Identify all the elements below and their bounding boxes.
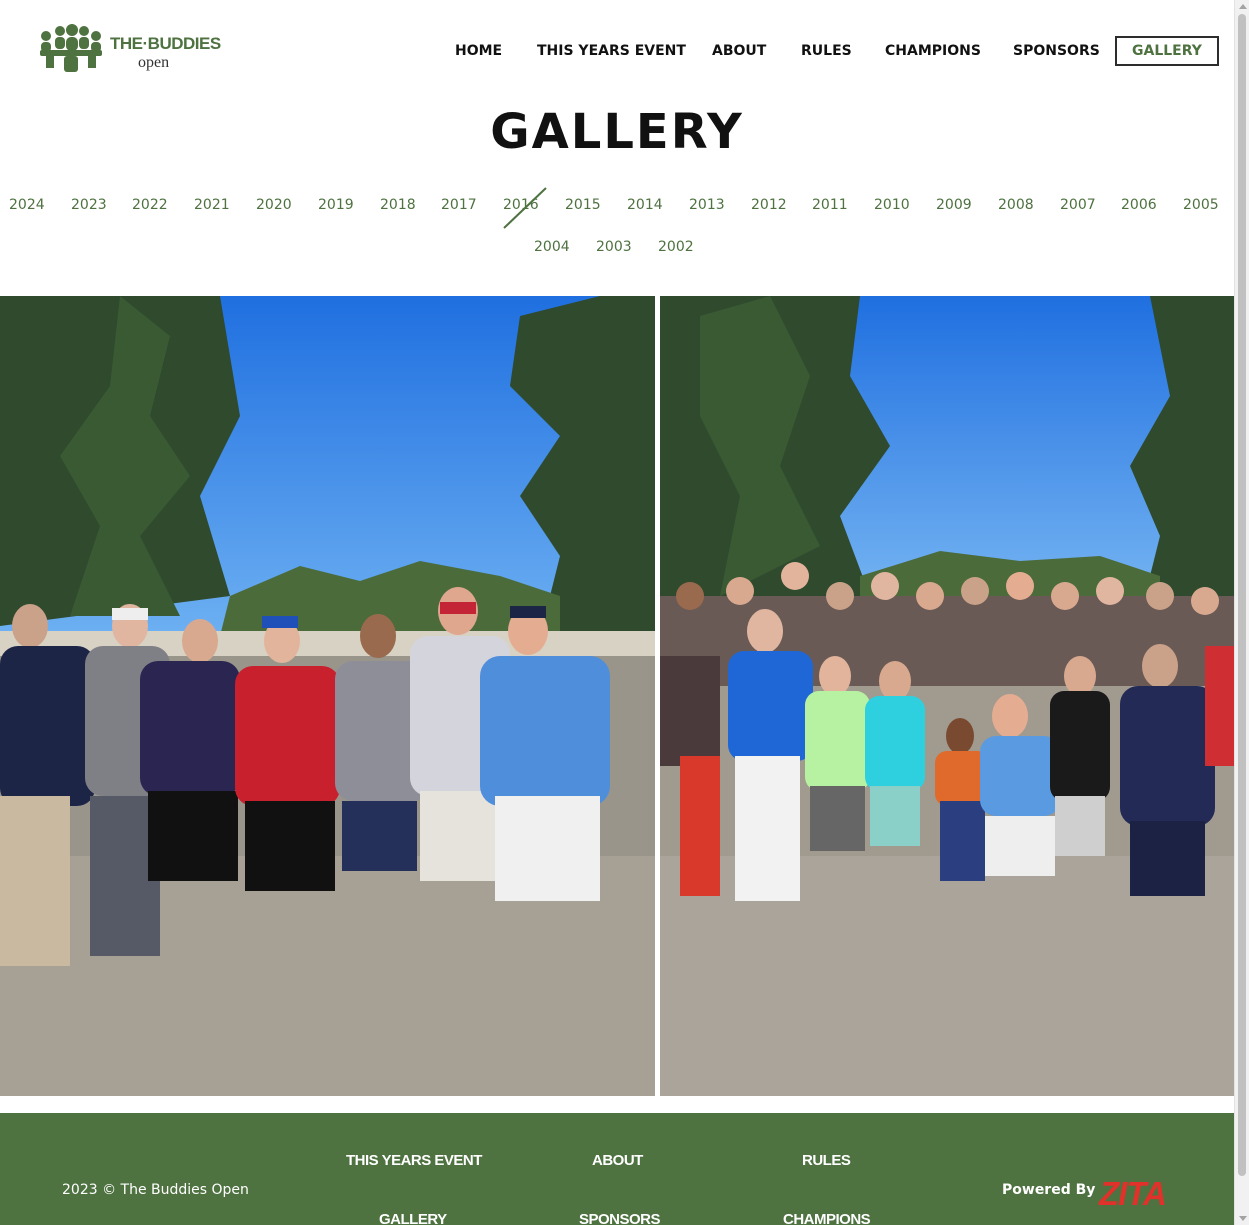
nav-this-years-event[interactable]: THIS YEARS EVENT <box>537 36 686 66</box>
nav-about[interactable]: ABOUT <box>712 36 766 66</box>
year-link-2020[interactable]: 2020 <box>256 197 292 213</box>
year-link-2021[interactable]: 2021 <box>194 197 230 213</box>
group-photo-image <box>660 296 1234 1096</box>
year-link-2022[interactable]: 2022 <box>132 197 168 213</box>
year-link-2005[interactable]: 2005 <box>1183 197 1219 213</box>
nav-home[interactable]: HOME <box>455 36 502 66</box>
year-link-2006[interactable]: 2006 <box>1121 197 1157 213</box>
footer-link-gallery[interactable]: GALLERY <box>379 1211 447 1225</box>
gallery-photo-2[interactable] <box>660 296 1234 1096</box>
powered-by-label: Powered By <box>1002 1182 1096 1198</box>
year-link-2012[interactable]: 2012 <box>751 197 787 213</box>
page-title: GALLERY <box>490 104 744 160</box>
nav-champions[interactable]: CHAMPIONS <box>885 36 981 66</box>
scroll-up-arrow-icon[interactable] <box>1239 4 1247 9</box>
site-header: THE·BUDDIES open HOME THIS YEARS EVENT A… <box>0 0 1234 100</box>
group-photo-image <box>0 296 655 1096</box>
footer-link-rules[interactable]: RULES <box>802 1152 851 1169</box>
year-link-2003[interactable]: 2003 <box>596 239 632 255</box>
page-scrollbar[interactable] <box>1234 0 1249 1225</box>
main-nav: HOME THIS YEARS EVENT ABOUT RULES CHAMPI… <box>0 36 1234 66</box>
footer-copyright: 2023 © The Buddies Open <box>62 1182 249 1198</box>
scrollbar-thumb[interactable] <box>1238 14 1246 1176</box>
footer-link-sponsors[interactable]: SPONSORS <box>579 1211 661 1225</box>
year-link-2015[interactable]: 2015 <box>565 197 601 213</box>
year-link-2010[interactable]: 2010 <box>874 197 910 213</box>
year-link-2016[interactable]: 2016 <box>503 197 539 213</box>
year-link-2008[interactable]: 2008 <box>998 197 1034 213</box>
year-link-2004[interactable]: 2004 <box>534 239 570 255</box>
year-link-2013[interactable]: 2013 <box>689 197 725 213</box>
footer-link-this-years-event[interactable]: THIS YEARS EVENT <box>346 1152 482 1169</box>
nav-rules[interactable]: RULES <box>801 36 852 66</box>
scroll-down-arrow-icon[interactable] <box>1239 1216 1247 1221</box>
year-link-2009[interactable]: 2009 <box>936 197 972 213</box>
year-link-2017[interactable]: 2017 <box>441 197 477 213</box>
nav-sponsors[interactable]: SPONSORS <box>1013 36 1100 66</box>
footer-link-champions[interactable]: CHAMPIONS <box>783 1211 871 1225</box>
year-link-2023[interactable]: 2023 <box>71 197 107 213</box>
year-link-2002[interactable]: 2002 <box>658 239 694 255</box>
site-footer: 2023 © The Buddies Open THIS YEARS EVENT… <box>0 1113 1234 1225</box>
nav-gallery[interactable]: GALLERY <box>1115 36 1219 66</box>
zita-logo[interactable]: ZITA <box>1099 1175 1167 1213</box>
year-link-2007[interactable]: 2007 <box>1060 197 1096 213</box>
gallery-photo-1[interactable] <box>0 296 655 1096</box>
year-link-2024[interactable]: 2024 <box>9 197 45 213</box>
year-link-2014[interactable]: 2014 <box>627 197 663 213</box>
footer-link-about[interactable]: ABOUT <box>592 1152 643 1169</box>
year-link-2018[interactable]: 2018 <box>380 197 416 213</box>
year-link-2011[interactable]: 2011 <box>812 197 848 213</box>
year-link-2019[interactable]: 2019 <box>318 197 354 213</box>
